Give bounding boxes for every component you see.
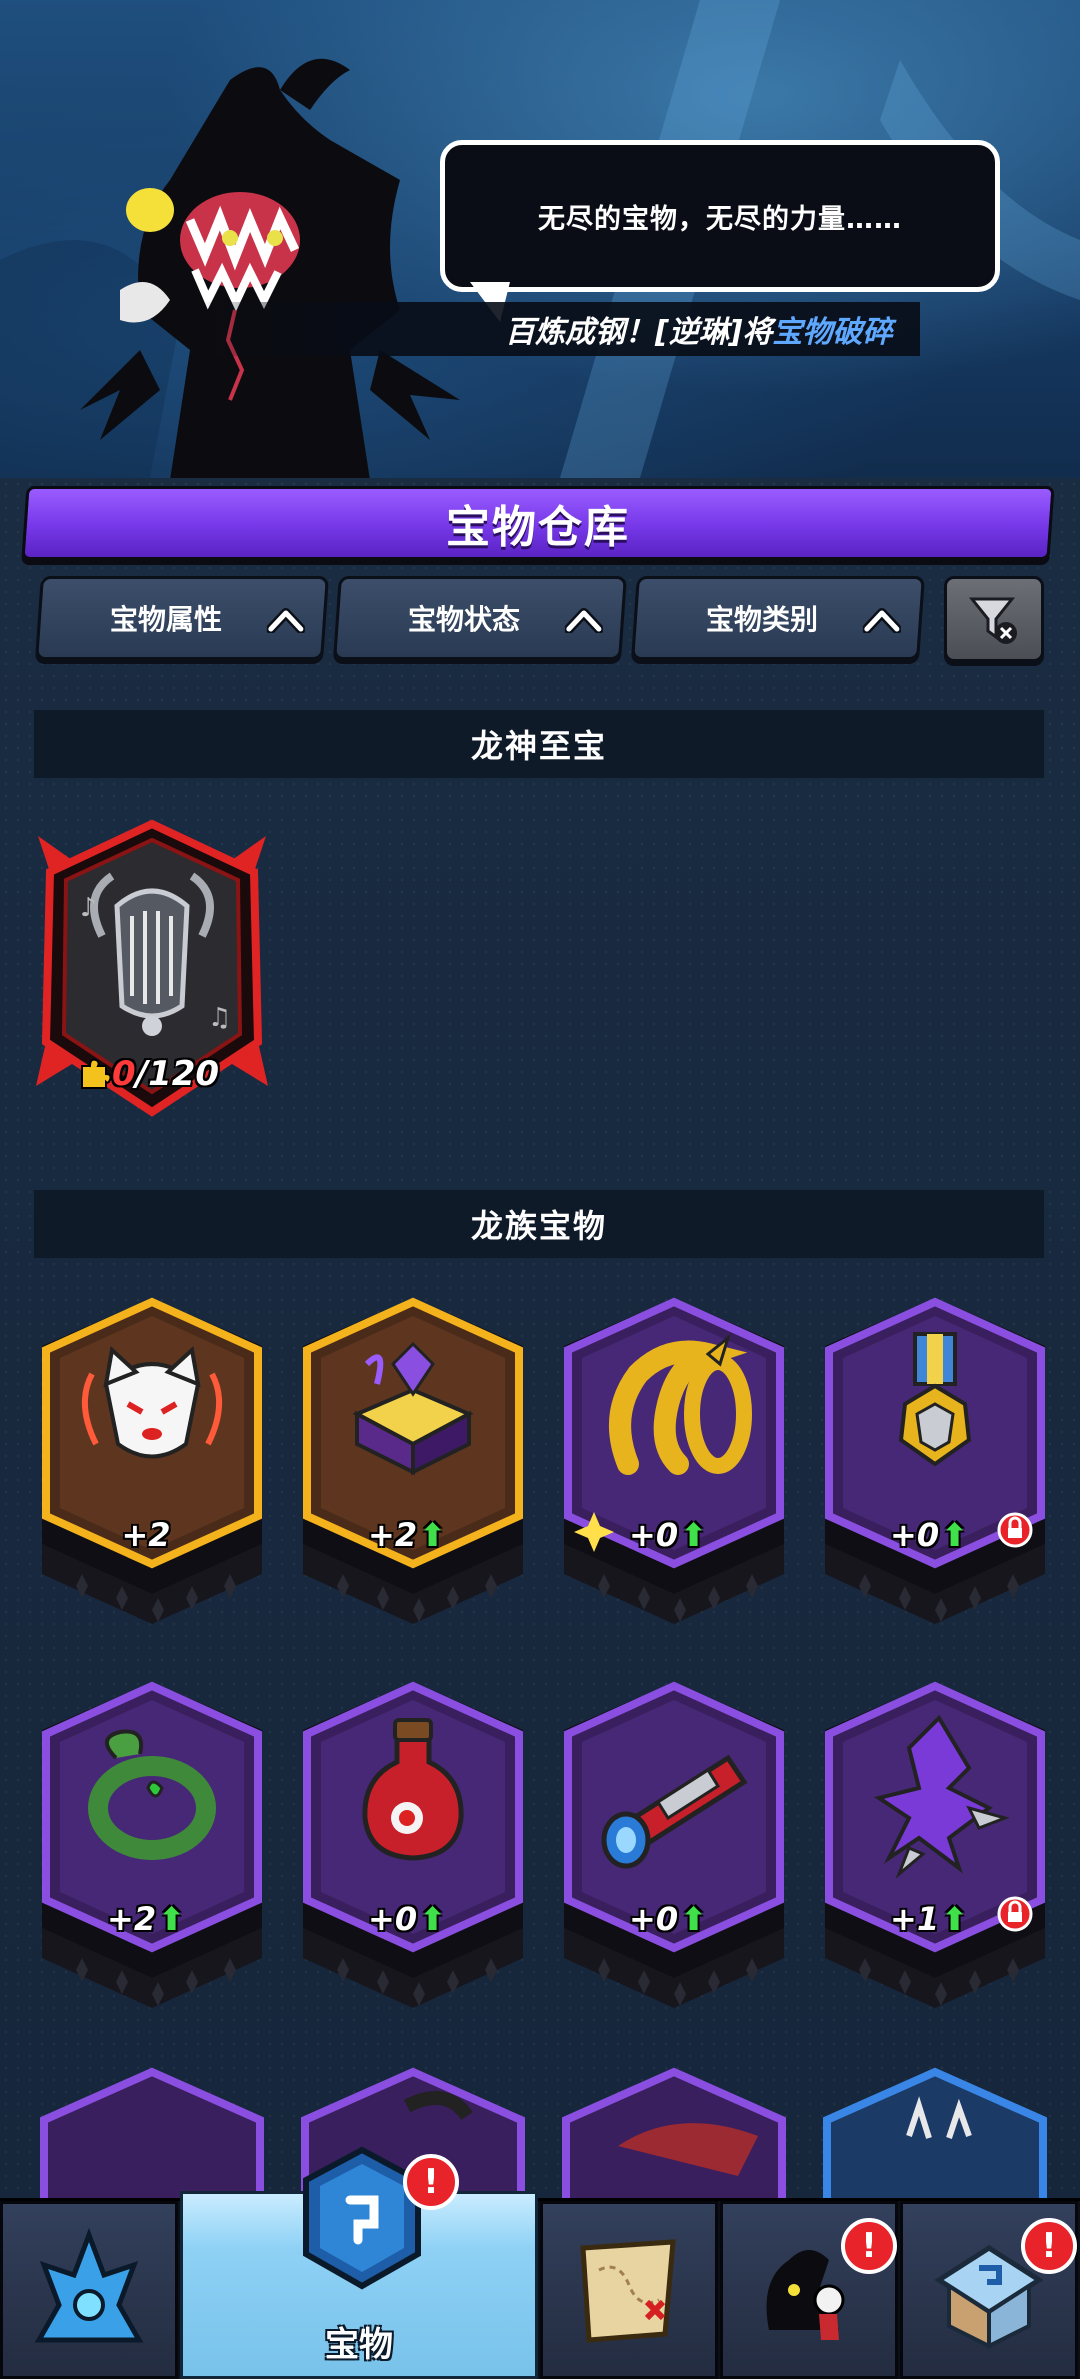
upgrade-arrow-icon: ⬆ <box>680 1516 707 1554</box>
filter-clear-button[interactable] <box>944 576 1044 662</box>
puzzle-piece-icon <box>81 1058 112 1089</box>
treasure-level: +0⬆ <box>558 1900 790 1938</box>
section-header-dragon-god: 龙神至宝 <box>34 710 1044 778</box>
filter-label: 宝物类别 <box>705 603 818 636</box>
nav-tab-shop[interactable]: ! <box>900 2201 1078 2379</box>
crystal-tower-icon <box>34 2227 144 2343</box>
announcement-text: 百炼成钢！[逆琳]将宝物破碎 <box>505 315 893 350</box>
level-value: +1 <box>890 1900 940 1938</box>
upgrade-arrow-icon: ⬆ <box>680 1900 707 1938</box>
chevron-up-icon <box>564 608 603 633</box>
filter-row: 宝物属性 宝物状态 宝物类别 <box>35 576 1048 664</box>
card-frame <box>42 1297 262 1624</box>
bottom-navigation: 宝物 ! ! ! <box>0 2146 1080 2379</box>
treasure-level: +1⬆ <box>819 1900 1051 1938</box>
upgrade-arrow-icon: ⬆ <box>941 1516 968 1554</box>
treasure-card-medal[interactable]: +0⬆ <box>819 1294 1051 1634</box>
card-frame <box>825 1681 1045 2008</box>
upgrade-arrow-icon: ⬆ <box>419 1900 446 1938</box>
section-title: 龙族宝物 <box>470 1207 607 1245</box>
chevron-up-icon <box>266 608 305 633</box>
filter-label: 宝物状态 <box>407 603 520 636</box>
upgrade-arrow-icon: ⬆ <box>941 1900 968 1938</box>
panel-title-bar: 宝物仓库 <box>21 486 1055 560</box>
treasure-card-serpent-ring[interactable]: +2⬆ <box>36 1678 268 2018</box>
filter-category-button[interactable]: 宝物类别 <box>631 576 925 660</box>
svg-text:♫: ♫ <box>208 1003 231 1033</box>
level-value: +0 <box>629 1516 679 1554</box>
chevron-up-icon <box>862 608 901 633</box>
treasure-level: +2⬆ <box>36 1900 268 1938</box>
treasure-level: +2⬆ <box>297 1516 529 1554</box>
section-title: 龙神至宝 <box>470 727 607 765</box>
card-frame <box>42 1681 262 2008</box>
notification-badge: ! <box>403 2154 459 2210</box>
treasure-level: +0⬆ <box>819 1516 1051 1554</box>
nav-label: 宝物 <box>325 2325 393 2365</box>
filter-label: 宝物属性 <box>109 603 222 636</box>
treasure-card-golden-horn[interactable]: +0⬆ <box>558 1294 790 1634</box>
card-frame <box>564 1681 784 2008</box>
upgrade-arrow-icon: ⬆ <box>158 1900 185 1938</box>
card-frame <box>303 1297 523 1624</box>
card-frame <box>825 1297 1045 1624</box>
level-value: +0 <box>890 1516 940 1554</box>
filter-clear-icon <box>968 597 1017 644</box>
panel-title: 宝物仓库 <box>446 502 630 553</box>
shard-total: /120 <box>135 1054 220 1094</box>
nav-tab-map[interactable] <box>540 2201 718 2379</box>
treasure-level: +0⬆ <box>297 1900 529 1938</box>
nav-tab-character[interactable]: ! <box>720 2201 898 2379</box>
announcement-highlight: 宝物破碎 <box>772 315 893 350</box>
filter-status-button[interactable]: 宝物状态 <box>333 576 627 660</box>
treasure-card-dark-book[interactable]: +2⬆ <box>297 1294 529 1634</box>
treasure-card-fox-mask[interactable]: +2 <box>36 1294 268 1634</box>
nav-tab-treasure[interactable]: 宝物 ! <box>180 2146 538 2379</box>
treasure-level: +2 <box>36 1516 268 1554</box>
shard-count: 0/120 <box>76 1054 219 1094</box>
notification-badge: ! <box>841 2218 897 2274</box>
treasure-card-shadow-blade[interactable]: +1⬆ <box>819 1678 1051 2018</box>
treasure-map-icon <box>580 2239 676 2343</box>
speech-bubble: 无尽的宝物，无尽的力量…… <box>440 140 1000 292</box>
card-frame <box>564 1297 784 1624</box>
level-value: +2 <box>121 1516 171 1554</box>
level-value: +2 <box>107 1900 157 1938</box>
shard-current: 0 <box>112 1054 136 1094</box>
svg-text:♪: ♪ <box>80 893 97 923</box>
hero-banner: 无尽的宝物，无尽的力量…… 百炼成钢！[逆琳]将宝物破碎 <box>0 0 1080 478</box>
section-header-dragon-treasures: 龙族宝物 <box>34 1190 1044 1258</box>
level-value: +2 <box>368 1516 418 1554</box>
treasure-card-potion[interactable]: +0⬆ <box>297 1678 529 2018</box>
upgrade-arrow-icon: ⬆ <box>419 1516 446 1554</box>
level-value: +0 <box>629 1900 679 1938</box>
notification-badge: ! <box>1021 2218 1077 2274</box>
filter-attribute-button[interactable]: 宝物属性 <box>35 576 329 660</box>
speech-text: 无尽的宝物，无尽的力量…… <box>538 203 902 235</box>
announcement-strip: 百炼成钢！[逆琳]将宝物破碎 <box>200 302 920 356</box>
treasure-level: +0⬆ <box>558 1516 790 1554</box>
treasure-card-harp[interactable]: ♪ ♫ 0/120 <box>32 816 272 1136</box>
card-frame <box>303 1681 523 2008</box>
level-value: +0 <box>368 1900 418 1938</box>
treasure-warehouse-panel: 宝物仓库 宝物属性 宝物状态 宝物类别 龙神至宝 ♪ ♫ 0 /120 龙族宝物… <box>0 478 1080 2226</box>
treasure-card-red-scope[interactable]: +0⬆ <box>558 1678 790 2018</box>
nav-tab-tower[interactable] <box>0 2201 178 2379</box>
character-portrait <box>80 58 460 478</box>
